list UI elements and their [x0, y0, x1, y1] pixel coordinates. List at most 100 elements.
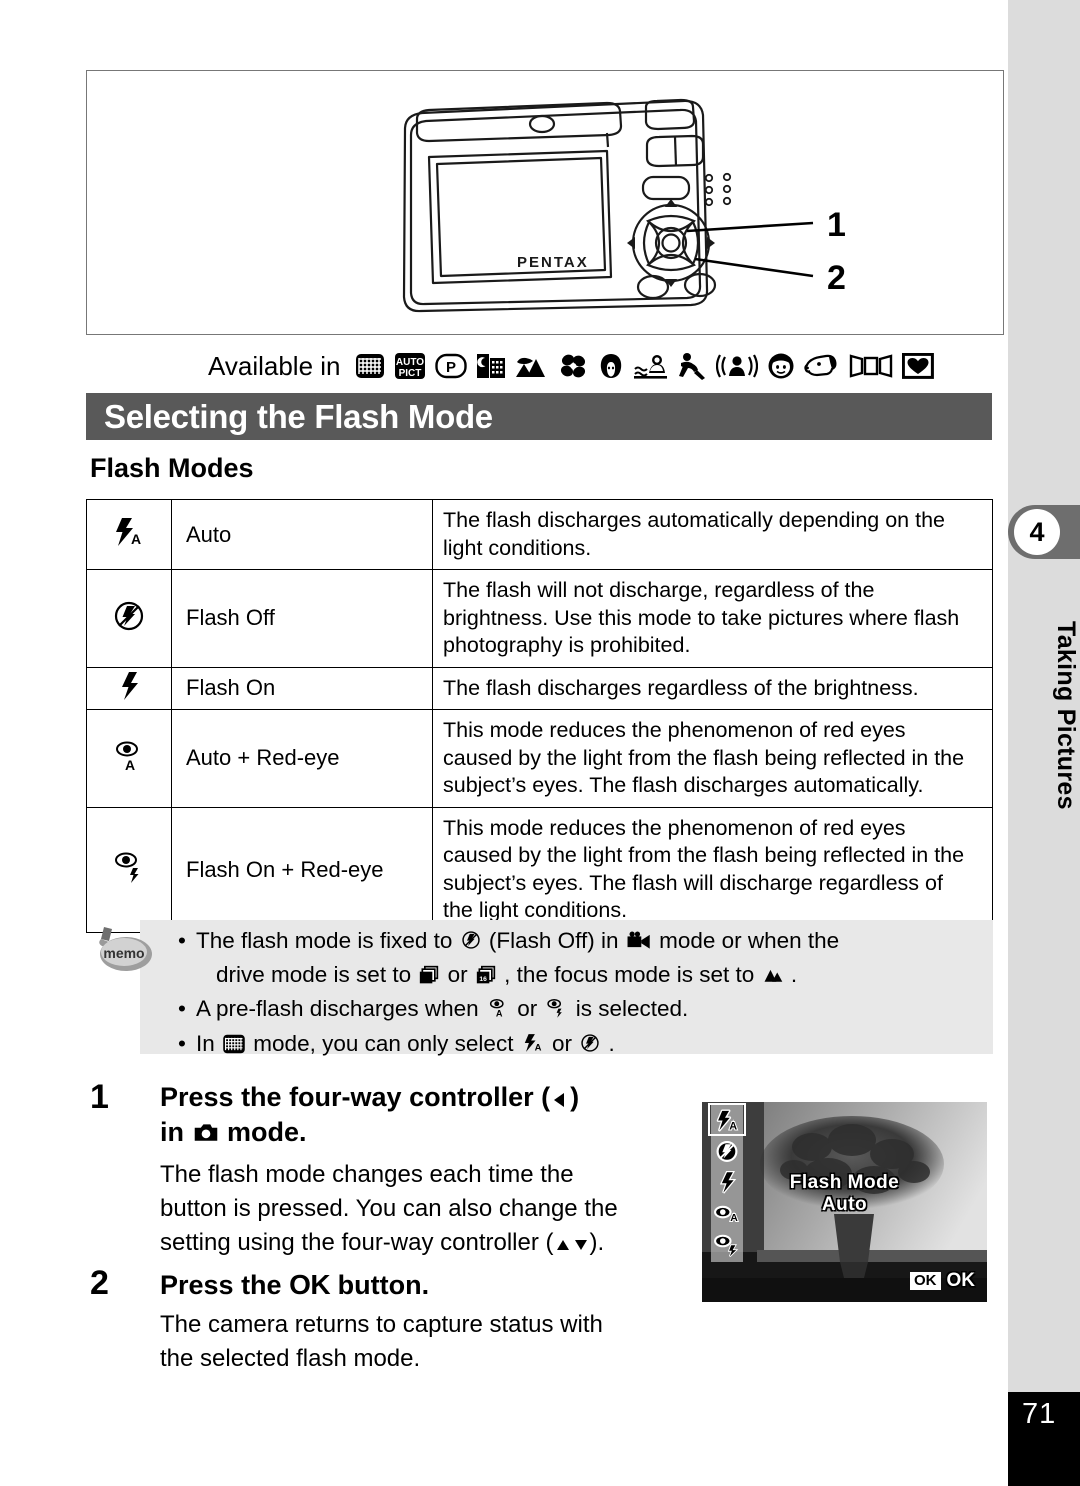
desc-line: caused by the light from the flash being…: [443, 745, 965, 770]
bullet-icon: •: [178, 928, 186, 953]
svg-text:A: A: [729, 1120, 737, 1132]
flash-mode-description: This mode reduces the phenomenon of red …: [432, 709, 993, 808]
flash-on-red-eye-icon: [115, 852, 139, 884]
step-2-body: The camera returns to capture status wit…: [160, 1308, 680, 1376]
flash-on-icon: [122, 671, 138, 700]
callout-label-2: 2: [827, 259, 846, 297]
desc-line: subject’s eyes. The flash discharges aut…: [443, 773, 924, 798]
memo-label: memo: [103, 945, 144, 961]
memo-text: is selected.: [575, 996, 689, 1022]
lcd-value-text: Auto: [821, 1194, 868, 1215]
pet-icon: [803, 352, 840, 380]
desc-line: subject’s eyes. The flash will discharge…: [443, 870, 943, 895]
svg-text:AUTO: AUTO: [395, 357, 423, 368]
flash-mode-name: Flash On + Red-eye: [171, 806, 433, 933]
auto-red-eye-icon-cell: A: [86, 709, 172, 808]
program-mode-icon: P: [434, 353, 467, 379]
flash-off-icon: [114, 601, 144, 630]
sixteen-frame-shooting-icon: 16: [476, 966, 496, 984]
step-body-text: the selected flash mode.: [160, 1345, 421, 1373]
memo-item: • The flash mode is fixed to (Flash Off)…: [176, 924, 988, 992]
flash-on-red-eye-icon-cell: [86, 806, 172, 933]
green-mode-icon: [223, 1034, 245, 1053]
step-body-text: button is pressed. You can also change t…: [160, 1195, 618, 1223]
memo-text: (Flash Off) in: [488, 928, 619, 953]
svg-text:16: 16: [479, 976, 487, 983]
flash-mode-name: Flash Off: [171, 569, 433, 668]
section-header-bar: Selecting the Flash Mode: [86, 393, 992, 440]
lcd-flash-on-red-eye-icon[interactable]: [711, 1229, 743, 1260]
step-1-body: The flash mode changes each time the but…: [160, 1158, 700, 1260]
svg-text:A: A: [131, 531, 141, 547]
svg-text:P: P: [446, 359, 456, 376]
available-in-label: Available in: [208, 350, 341, 381]
camera-illustration-box: 1 2 PENTAX: [86, 70, 1004, 335]
night-scene-icon: [476, 352, 506, 380]
step-body-text: ).: [589, 1229, 605, 1257]
page-number: 71: [1022, 1398, 1057, 1430]
step-body-text: The flash mode changes each time the: [160, 1161, 574, 1188]
flash-mode-description: The flash discharges automatically depen…: [432, 498, 993, 571]
kids-icon: [767, 352, 795, 380]
ok-button-label: OK: [289, 1269, 331, 1300]
panorama-icon: [849, 353, 893, 379]
camera-back-illustration: 1 2 PENTAX: [402, 98, 846, 313]
step-title-text: button.: [337, 1270, 430, 1300]
step-1-number: 1: [90, 1078, 109, 1116]
table-row: A Auto The flash discharges automaticall…: [86, 498, 993, 571]
flash-modes-table: A Auto The flash discharges automaticall…: [86, 498, 993, 933]
arrow-up-icon: [556, 1240, 569, 1251]
memo-text: drive mode is set to: [216, 962, 412, 988]
memo-item: • In mode, you can only select A or .: [176, 1027, 988, 1061]
digital-sr-icon: [715, 352, 758, 380]
chapter-number-badge: 4: [1014, 509, 1060, 555]
desc-line: This mode reduces the phenomenon of red …: [443, 815, 906, 840]
memo-text: A pre-flash discharges when: [196, 996, 479, 1022]
flash-mode-name: Auto: [171, 498, 433, 571]
flower-icon: [558, 352, 588, 380]
step-title-text: Press the four-way controller (: [160, 1082, 551, 1112]
page-title: Selecting the Flash Mode: [104, 397, 493, 435]
chapter-title: Taking Pictures: [1052, 620, 1080, 810]
step-1-title: Press the four-way controller () in mode…: [160, 1080, 690, 1149]
svg-text:A: A: [496, 1009, 503, 1019]
table-row: Flash On The flash discharges regardless…: [86, 666, 993, 711]
flash-off-icon: [461, 931, 480, 949]
lcd-ok-badge: OK: [910, 1272, 941, 1290]
continuous-shooting-icon: [420, 966, 439, 984]
desc-line: The flash discharges regardless of the b…: [443, 675, 919, 700]
memo-text-line2: drive mode is set to or 16 , the focus m…: [196, 958, 988, 992]
pentax-brand-label: PENTAX: [517, 254, 589, 271]
lcd-flash-off-icon[interactable]: [711, 1136, 743, 1167]
table-row: Flash On + Red-eye This mode reduces the…: [86, 806, 993, 933]
memo-text: or: [517, 996, 538, 1022]
step-body-text: setting using the four-way controller (: [160, 1229, 554, 1257]
flash-auto-icon: A: [116, 518, 141, 547]
lcd-ok-label: OK: [946, 1270, 976, 1291]
desc-line: photography is prohibited.: [443, 633, 691, 658]
flash-modes-subheading: Flash Modes: [90, 453, 254, 483]
memo-text: The flash mode is fixed to: [196, 928, 453, 953]
memo-text: , the focus mode is set to: [504, 962, 755, 988]
memo-badge: memo: [92, 925, 158, 977]
flash-on-icon-cell: [86, 666, 172, 711]
table-row: Flash Off The flash will not discharge, …: [86, 569, 993, 668]
lcd-ok-row: OK OK: [910, 1270, 975, 1292]
flash-auto-icon-cell: A: [86, 498, 172, 571]
step-title-text: ): [570, 1082, 580, 1112]
desc-line: This mode reduces the phenomenon of red …: [443, 718, 906, 743]
memo-text: .: [608, 1030, 615, 1056]
svg-text:PICT: PICT: [398, 368, 421, 379]
flash-off-icon: [581, 1033, 599, 1052]
flash-on-red-eye-icon: [547, 999, 563, 1019]
portrait-icon: [597, 352, 625, 380]
landscape-icon: [515, 352, 549, 380]
green-mode-icon: [355, 353, 385, 379]
step-title-text: in: [160, 1116, 184, 1147]
step-title-text: Press the: [160, 1270, 282, 1300]
lcd-flash-auto-icon[interactable]: A: [711, 1105, 743, 1136]
movie-mode-icon: [627, 931, 650, 949]
bullet-icon: •: [178, 996, 186, 1022]
capture-mode-icon: [194, 1123, 217, 1141]
memo-text: or: [551, 1030, 572, 1056]
